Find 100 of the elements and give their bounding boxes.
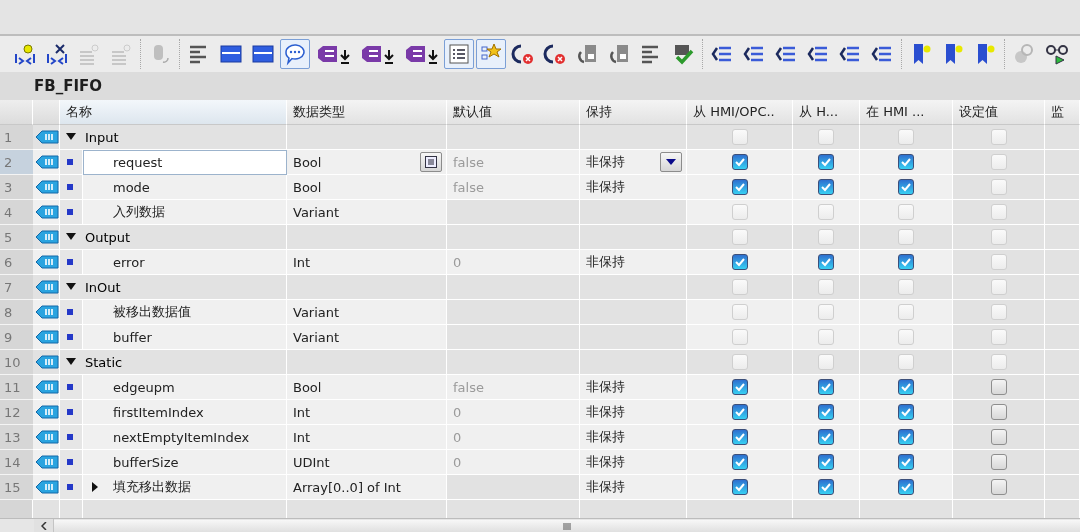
checkbox[interactable] bbox=[898, 254, 914, 270]
data-type: Variant bbox=[293, 204, 340, 220]
bullet-icon bbox=[67, 309, 73, 315]
bullet-icon bbox=[67, 409, 73, 415]
checkbox[interactable] bbox=[990, 429, 1007, 445]
checkbox[interactable] bbox=[898, 379, 914, 395]
variable-name[interactable]: error bbox=[113, 254, 145, 270]
data-type: Bool bbox=[293, 154, 322, 170]
checkbox[interactable] bbox=[990, 379, 1007, 395]
variable-name[interactable]: 被移出数据值 bbox=[113, 303, 191, 321]
bullet-icon bbox=[67, 484, 73, 490]
expand-toggle[interactable] bbox=[66, 283, 76, 291]
checkbox[interactable] bbox=[898, 404, 914, 420]
section-name: Output bbox=[85, 229, 131, 245]
checkbox[interactable] bbox=[818, 379, 834, 395]
variable-name[interactable]: mode bbox=[113, 179, 150, 195]
checkbox[interactable] bbox=[818, 454, 834, 470]
expand-toggle[interactable] bbox=[91, 482, 99, 492]
expand-toggle[interactable] bbox=[66, 133, 76, 141]
checkbox[interactable] bbox=[898, 479, 914, 495]
column-header[interactable]: 名称 bbox=[60, 100, 287, 125]
column-header[interactable]: 数据类型 bbox=[287, 100, 447, 125]
checkbox[interactable] bbox=[818, 404, 834, 420]
search-icon bbox=[1012, 42, 1036, 66]
variable-name[interactable]: edgeupm bbox=[113, 379, 175, 395]
checkbox[interactable] bbox=[898, 154, 914, 170]
default-value: false bbox=[453, 379, 484, 395]
variable-name[interactable]: nextEmptyItemIndex bbox=[113, 429, 250, 445]
checkbox[interactable] bbox=[990, 479, 1007, 495]
checkbox[interactable] bbox=[818, 479, 834, 495]
checkbox[interactable] bbox=[731, 479, 748, 495]
retain-value: 非保持 bbox=[586, 403, 625, 421]
variable-name[interactable]: buffer bbox=[113, 329, 152, 345]
type-list-button[interactable] bbox=[420, 152, 442, 172]
column-header bbox=[0, 100, 33, 125]
checkbox[interactable] bbox=[731, 254, 748, 270]
row-number: 3 bbox=[0, 175, 33, 200]
variable-name[interactable]: 入列数据 bbox=[113, 203, 165, 221]
row-number: 8 bbox=[0, 300, 33, 325]
insert-row-icon bbox=[13, 42, 37, 66]
row-number: 4 bbox=[0, 200, 33, 225]
copy-value-icon bbox=[575, 42, 599, 66]
checkbox[interactable] bbox=[898, 454, 914, 470]
checkbox[interactable] bbox=[731, 429, 748, 445]
panel-icon bbox=[251, 42, 275, 66]
variable-name[interactable]: request bbox=[113, 154, 163, 170]
row-number: 13 bbox=[0, 425, 33, 450]
retain-value: 非保持 bbox=[586, 253, 625, 271]
data-type: Int bbox=[293, 404, 311, 420]
checkbox[interactable] bbox=[818, 429, 834, 445]
row-number: 14 bbox=[0, 450, 33, 475]
checkbox[interactable] bbox=[731, 179, 748, 195]
row-number: 7 bbox=[0, 275, 33, 300]
checkbox[interactable] bbox=[731, 154, 748, 170]
column-header[interactable]: 从 H... bbox=[793, 100, 860, 125]
default-value: 0 bbox=[453, 454, 462, 470]
column-header[interactable]: 保持 bbox=[580, 100, 687, 125]
scrollbar-thumb[interactable] bbox=[54, 520, 1080, 532]
checkbox[interactable] bbox=[731, 404, 748, 420]
checkbox[interactable] bbox=[731, 379, 748, 395]
checkbox[interactable] bbox=[898, 429, 914, 445]
expand-toggle[interactable] bbox=[66, 233, 76, 241]
column-header[interactable]: 监 bbox=[1045, 100, 1080, 125]
checkbox[interactable] bbox=[818, 179, 834, 195]
dropdown-button[interactable] bbox=[660, 152, 682, 172]
variable-name[interactable]: 填充移出数据 bbox=[113, 478, 191, 496]
column-header[interactable]: 在 HMI ... bbox=[860, 100, 953, 125]
lines-icon bbox=[109, 42, 133, 66]
checkbox[interactable] bbox=[818, 154, 834, 170]
table-cell bbox=[0, 500, 33, 518]
column-header[interactable]: 从 HMI/OPC.. bbox=[687, 100, 793, 125]
checkbox[interactable] bbox=[990, 454, 1007, 470]
data-type: Int bbox=[293, 254, 311, 270]
variable-name[interactable]: bufferSize bbox=[113, 454, 179, 470]
comment-icon bbox=[283, 42, 307, 66]
column-header[interactable]: 设定值 bbox=[953, 100, 1045, 125]
bullet-icon bbox=[67, 259, 73, 265]
column-header[interactable]: 默认值 bbox=[447, 100, 580, 125]
variable-name[interactable]: firstItemIndex bbox=[113, 404, 204, 420]
default-value: 0 bbox=[453, 254, 462, 270]
row-number: 1 bbox=[0, 125, 33, 150]
table-cell bbox=[1045, 500, 1080, 518]
retain-value: 非保持 bbox=[586, 153, 625, 171]
scroll-left-button[interactable] bbox=[34, 519, 54, 532]
row-number: 10 bbox=[0, 350, 33, 375]
undo-cancel-icon bbox=[511, 42, 535, 66]
checkbox[interactable] bbox=[990, 404, 1007, 420]
data-type: Bool bbox=[293, 179, 322, 195]
row-number: 12 bbox=[0, 400, 33, 425]
retain-value: 非保持 bbox=[586, 178, 625, 196]
list-icon bbox=[447, 42, 471, 66]
row-number: 2 bbox=[0, 150, 33, 175]
expand-toggle[interactable] bbox=[66, 358, 76, 366]
checkbox[interactable] bbox=[731, 454, 748, 470]
horizontal-scrollbar[interactable] bbox=[0, 518, 1080, 532]
checkbox[interactable] bbox=[898, 179, 914, 195]
section-name: Input bbox=[85, 129, 119, 145]
toolbar-button[interactable] bbox=[444, 39, 474, 69]
checkbox[interactable] bbox=[818, 254, 834, 270]
data-type: Array[0..0] of Int bbox=[293, 479, 401, 495]
